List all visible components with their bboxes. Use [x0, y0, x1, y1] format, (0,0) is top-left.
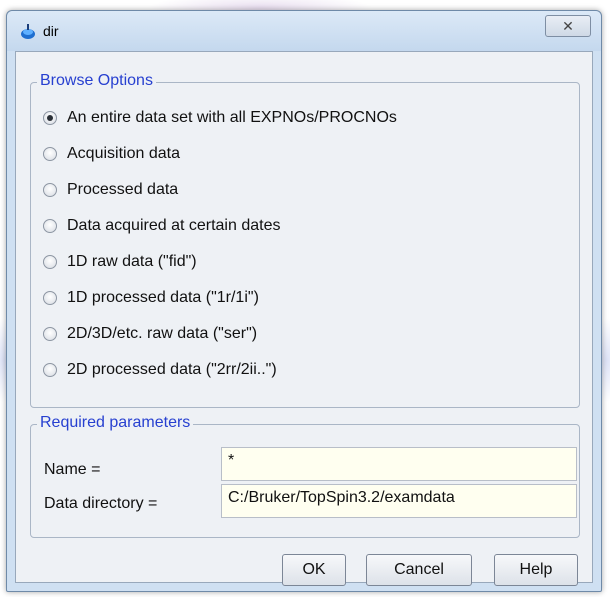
dialog-content: Browse Options An entire data set with a…: [15, 51, 593, 586]
radio-label: 2D/3D/etc. raw data ("ser"): [67, 325, 258, 342]
radio-button[interactable]: [43, 183, 57, 197]
radio-button[interactable]: [43, 363, 57, 377]
radio-button[interactable]: [43, 111, 57, 125]
radio-entire-data-set[interactable]: An entire data set with all EXPNOs/PROCN…: [43, 106, 397, 130]
radio-2d-3d-raw[interactable]: 2D/3D/etc. raw data ("ser"): [43, 322, 257, 346]
data-directory-field[interactable]: C:/Bruker/TopSpin3.2/examdata: [221, 484, 577, 518]
radio-certain-dates[interactable]: Data acquired at certain dates: [43, 214, 280, 238]
radio-button[interactable]: [43, 219, 57, 233]
close-button[interactable]: ✕: [545, 15, 591, 37]
name-label: Name =: [44, 461, 101, 478]
radio-label: An entire data set with all EXPNOs/PROCN…: [67, 109, 397, 126]
radio-label: Data acquired at certain dates: [67, 217, 281, 234]
radio-1d-processed[interactable]: 1D processed data ("1r/1i"): [43, 286, 259, 310]
radio-button[interactable]: [43, 291, 57, 305]
radio-processed-data[interactable]: Processed data: [43, 178, 178, 202]
radio-label: 1D raw data ("fid"): [67, 253, 197, 270]
radio-label: 1D processed data ("1r/1i"): [67, 289, 259, 306]
ok-button[interactable]: OK: [282, 554, 346, 586]
data-directory-label: Data directory =: [44, 495, 158, 512]
required-parameters-title: Required parameters: [37, 414, 194, 432]
radio-acquisition-data[interactable]: Acquisition data: [43, 142, 180, 166]
radio-button[interactable]: [43, 327, 57, 341]
radio-1d-raw[interactable]: 1D raw data ("fid"): [43, 250, 197, 274]
radio-2d-processed[interactable]: 2D processed data ("2rr/2ii.."): [43, 358, 277, 382]
radio-label: Processed data: [67, 181, 179, 198]
close-icon: ✕: [562, 17, 574, 34]
radio-button[interactable]: [43, 147, 57, 161]
name-field[interactable]: *: [221, 447, 577, 481]
required-parameters-group: Required parameters Name = * Data direct…: [30, 414, 580, 538]
cancel-button[interactable]: Cancel: [366, 554, 472, 586]
radio-button[interactable]: [43, 255, 57, 269]
browse-options-title: Browse Options: [37, 72, 156, 90]
dir-dialog: dir ✕ Browse Options An entire data set …: [6, 10, 602, 592]
topspin-app-icon: [21, 24, 35, 39]
radio-label: 2D processed data ("2rr/2ii.."): [67, 361, 277, 378]
title-bar[interactable]: dir ✕: [7, 11, 601, 51]
browse-options-group: Browse Options An entire data set with a…: [30, 72, 580, 408]
radio-label: Acquisition data: [67, 145, 180, 162]
window-title: dir: [43, 23, 59, 39]
help-button[interactable]: Help: [494, 554, 578, 586]
